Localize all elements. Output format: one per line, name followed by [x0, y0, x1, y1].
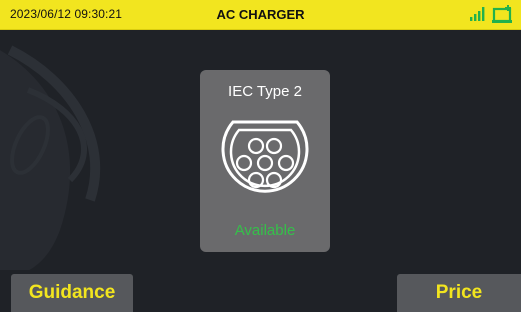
price-button[interactable]: Price	[397, 274, 521, 312]
guidance-button[interactable]: Guidance	[11, 274, 133, 312]
connector-card[interactable]: IEC Type 2 Available	[200, 70, 330, 252]
charger-status-icon	[492, 5, 512, 23]
connector-name: IEC Type 2	[228, 83, 302, 100]
page-title: AC CHARGER	[216, 7, 305, 22]
connector-status: Available	[234, 222, 296, 239]
background-logo-watermark	[0, 45, 101, 270]
signal-bars-icon	[470, 7, 485, 21]
iec-type2-plug-icon	[221, 120, 309, 193]
status-bar: 2023/06/12 09:30:21 AC CHARGER	[0, 0, 521, 30]
